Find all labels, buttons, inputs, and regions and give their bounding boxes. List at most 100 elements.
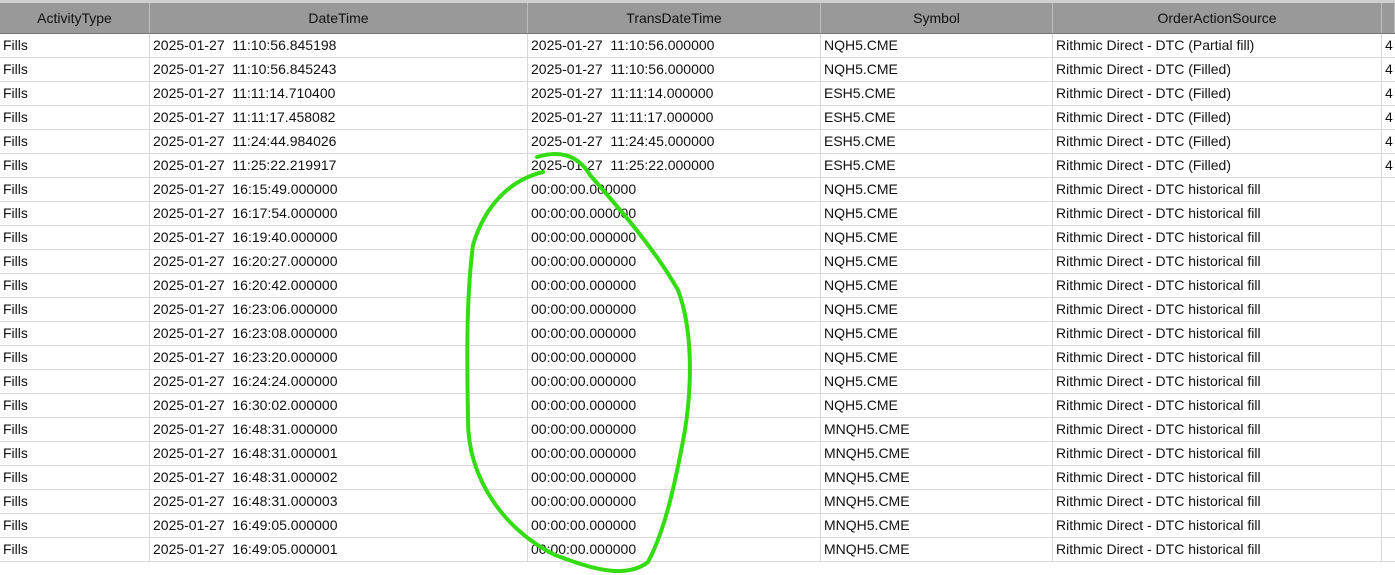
- cell-trans-datetime[interactable]: 00:00:00.000000: [528, 322, 821, 346]
- table-row[interactable]: Fills 2025-01-27 16:49:05.000001 00:00:00.…: [0, 538, 1395, 562]
- cell-order-action-source[interactable]: Rithmic Direct - DTC historical fill: [1053, 394, 1382, 418]
- cell-activity-type[interactable]: Fills: [0, 538, 150, 562]
- cell-symbol[interactable]: MNQH5.CME: [821, 538, 1053, 562]
- cell-activity-type[interactable]: Fills: [0, 370, 150, 394]
- cell-trans-datetime[interactable]: 00:00:00.000000: [528, 346, 821, 370]
- cell-order-action-source[interactable]: Rithmic Direct - DTC historical fill: [1053, 346, 1382, 370]
- cell-truncated-column[interactable]: [1382, 178, 1395, 202]
- cell-datetime[interactable]: 2025-01-27 16:15:49.000000: [150, 178, 528, 202]
- cell-truncated-column[interactable]: [1382, 442, 1395, 466]
- cell-truncated-column[interactable]: 4: [1382, 130, 1395, 154]
- cell-order-action-source[interactable]: Rithmic Direct - DTC historical fill: [1053, 322, 1382, 346]
- cell-order-action-source[interactable]: Rithmic Direct - DTC (Filled): [1053, 58, 1382, 82]
- cell-trans-datetime[interactable]: 2025-01-27 11:11:17.000000: [528, 106, 821, 130]
- cell-datetime[interactable]: 2025-01-27 16:19:40.000000: [150, 226, 528, 250]
- table-row[interactable]: Fills 2025-01-27 16:23:08.000000 00:00:00.…: [0, 322, 1395, 346]
- cell-order-action-source[interactable]: Rithmic Direct - DTC historical fill: [1053, 418, 1382, 442]
- cell-order-action-source[interactable]: Rithmic Direct - DTC historical fill: [1053, 274, 1382, 298]
- cell-symbol[interactable]: NQH5.CME: [821, 394, 1053, 418]
- table-row[interactable]: Fills 2025-01-27 16:30:02.000000 00:00:00.…: [0, 394, 1395, 418]
- cell-symbol[interactable]: NQH5.CME: [821, 370, 1053, 394]
- cell-datetime[interactable]: 2025-01-27 16:48:31.000002: [150, 466, 528, 490]
- cell-activity-type[interactable]: Fills: [0, 346, 150, 370]
- cell-truncated-column[interactable]: [1382, 250, 1395, 274]
- cell-order-action-source[interactable]: Rithmic Direct - DTC historical fill: [1053, 442, 1382, 466]
- cell-order-action-source[interactable]: Rithmic Direct - DTC historical fill: [1053, 178, 1382, 202]
- table-row[interactable]: Fills 2025-01-27 11:10:56.845243 2025-01-2…: [0, 58, 1395, 82]
- cell-truncated-column[interactable]: 4: [1382, 82, 1395, 106]
- cell-trans-datetime[interactable]: 00:00:00.000000: [528, 370, 821, 394]
- table-row[interactable]: Fills 2025-01-27 16:20:27.000000 00:00:00.…: [0, 250, 1395, 274]
- cell-datetime[interactable]: 2025-01-27 16:30:02.000000: [150, 394, 528, 418]
- cell-datetime[interactable]: 2025-01-27 16:48:31.000001: [150, 442, 528, 466]
- cell-symbol[interactable]: NQH5.CME: [821, 226, 1053, 250]
- cell-truncated-column[interactable]: [1382, 370, 1395, 394]
- table-row[interactable]: Fills 2025-01-27 11:25:22.219917 2025-01-2…: [0, 154, 1395, 178]
- cell-trans-datetime[interactable]: 2025-01-27 11:11:14.000000: [528, 82, 821, 106]
- cell-datetime[interactable]: 2025-01-27 11:11:17.458082: [150, 106, 528, 130]
- cell-truncated-column[interactable]: [1382, 538, 1395, 562]
- cell-datetime[interactable]: 2025-01-27 11:10:56.845198: [150, 34, 528, 58]
- cell-trans-datetime[interactable]: 00:00:00.000000: [528, 394, 821, 418]
- cell-truncated-column[interactable]: [1382, 202, 1395, 226]
- table-row[interactable]: Fills 2025-01-27 16:48:31.000001 00:00:00.…: [0, 442, 1395, 466]
- cell-order-action-source[interactable]: Rithmic Direct - DTC historical fill: [1053, 250, 1382, 274]
- cell-trans-datetime[interactable]: 00:00:00.000000: [528, 514, 821, 538]
- cell-truncated-column[interactable]: 4: [1382, 106, 1395, 130]
- cell-activity-type[interactable]: Fills: [0, 418, 150, 442]
- cell-activity-type[interactable]: Fills: [0, 58, 150, 82]
- column-header-activitytype[interactable]: ActivityType: [0, 3, 150, 33]
- cell-activity-type[interactable]: Fills: [0, 322, 150, 346]
- cell-datetime[interactable]: 2025-01-27 11:10:56.845243: [150, 58, 528, 82]
- cell-order-action-source[interactable]: Rithmic Direct - DTC historical fill: [1053, 490, 1382, 514]
- cell-truncated-column[interactable]: [1382, 514, 1395, 538]
- cell-symbol[interactable]: MNQH5.CME: [821, 490, 1053, 514]
- column-header-truncated[interactable]: [1382, 3, 1395, 33]
- cell-trans-datetime[interactable]: 00:00:00.000000: [528, 226, 821, 250]
- cell-truncated-column[interactable]: 4: [1382, 58, 1395, 82]
- cell-trans-datetime[interactable]: 00:00:00.000000: [528, 418, 821, 442]
- cell-activity-type[interactable]: Fills: [0, 394, 150, 418]
- cell-order-action-source[interactable]: Rithmic Direct - DTC historical fill: [1053, 298, 1382, 322]
- cell-datetime[interactable]: 2025-01-27 16:49:05.000000: [150, 514, 528, 538]
- table-row[interactable]: Fills 2025-01-27 16:49:05.000000 00:00:00.…: [0, 514, 1395, 538]
- table-row[interactable]: Fills 2025-01-27 16:23:20.000000 00:00:00.…: [0, 346, 1395, 370]
- cell-trans-datetime[interactable]: 00:00:00.000000: [528, 202, 821, 226]
- cell-trans-datetime[interactable]: 00:00:00.000000: [528, 298, 821, 322]
- cell-datetime[interactable]: 2025-01-27 11:25:22.219917: [150, 154, 528, 178]
- cell-order-action-source[interactable]: Rithmic Direct - DTC historical fill: [1053, 466, 1382, 490]
- table-row[interactable]: Fills 2025-01-27 16:17:54.000000 00:00:00.…: [0, 202, 1395, 226]
- cell-trans-datetime[interactable]: 00:00:00.000000: [528, 538, 821, 562]
- table-row[interactable]: Fills 2025-01-27 11:24:44.984026 2025-01-2…: [0, 130, 1395, 154]
- cell-symbol[interactable]: ESH5.CME: [821, 154, 1053, 178]
- cell-trans-datetime[interactable]: 00:00:00.000000: [528, 466, 821, 490]
- cell-order-action-source[interactable]: Rithmic Direct - DTC historical fill: [1053, 370, 1382, 394]
- cell-symbol[interactable]: MNQH5.CME: [821, 514, 1053, 538]
- cell-datetime[interactable]: 2025-01-27 16:20:27.000000: [150, 250, 528, 274]
- cell-symbol[interactable]: NQH5.CME: [821, 178, 1053, 202]
- cell-activity-type[interactable]: Fills: [0, 154, 150, 178]
- cell-activity-type[interactable]: Fills: [0, 82, 150, 106]
- cell-symbol[interactable]: NQH5.CME: [821, 250, 1053, 274]
- cell-symbol[interactable]: MNQH5.CME: [821, 418, 1053, 442]
- cell-trans-datetime[interactable]: 00:00:00.000000: [528, 442, 821, 466]
- cell-symbol[interactable]: MNQH5.CME: [821, 466, 1053, 490]
- cell-activity-type[interactable]: Fills: [0, 178, 150, 202]
- cell-activity-type[interactable]: Fills: [0, 514, 150, 538]
- cell-activity-type[interactable]: Fills: [0, 466, 150, 490]
- table-row[interactable]: Fills 2025-01-27 16:15:49.000000 00:00:00.…: [0, 178, 1395, 202]
- cell-trans-datetime[interactable]: 00:00:00.000000: [528, 178, 821, 202]
- cell-order-action-source[interactable]: Rithmic Direct - DTC (Filled): [1053, 106, 1382, 130]
- cell-symbol[interactable]: ESH5.CME: [821, 106, 1053, 130]
- cell-trans-datetime[interactable]: 00:00:00.000000: [528, 490, 821, 514]
- table-row[interactable]: Fills 2025-01-27 11:10:56.845198 2025-01-2…: [0, 34, 1395, 58]
- cell-truncated-column[interactable]: [1382, 226, 1395, 250]
- cell-datetime[interactable]: 2025-01-27 16:49:05.000001: [150, 538, 528, 562]
- cell-datetime[interactable]: 2025-01-27 16:48:31.000003: [150, 490, 528, 514]
- cell-truncated-column[interactable]: [1382, 346, 1395, 370]
- cell-truncated-column[interactable]: [1382, 298, 1395, 322]
- cell-trans-datetime[interactable]: 2025-01-27 11:10:56.000000: [528, 34, 821, 58]
- cell-datetime[interactable]: 2025-01-27 16:48:31.000000: [150, 418, 528, 442]
- table-row[interactable]: Fills 2025-01-27 16:48:31.000003 00:00:00.…: [0, 490, 1395, 514]
- cell-truncated-column[interactable]: 4: [1382, 34, 1395, 58]
